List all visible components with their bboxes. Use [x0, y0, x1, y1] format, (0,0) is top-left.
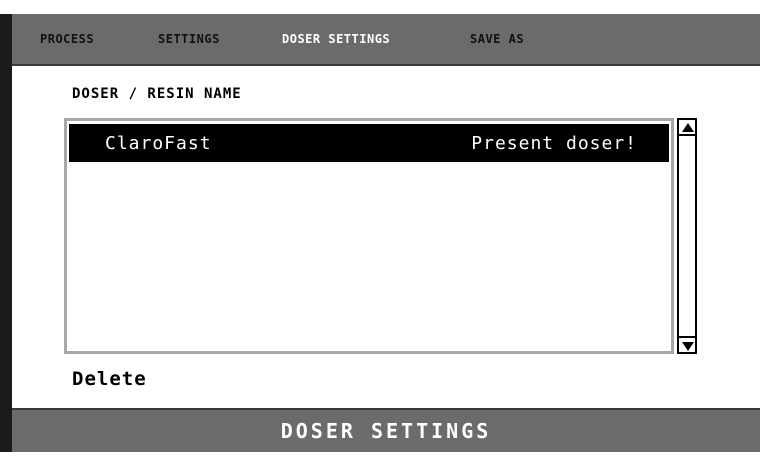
page-title: DOSER SETTINGS [280, 419, 492, 443]
delete-button[interactable]: Delete [72, 368, 147, 390]
section-title: DOSER / RESIN NAME [72, 86, 242, 102]
scroll-up-button[interactable] [679, 120, 695, 136]
hmi-screen: PROCESS SETTINGS DOSER SETTINGS SAVE AS … [0, 0, 760, 458]
list-item[interactable]: ClaroFast Present doser! [69, 124, 669, 162]
screen-bottom-margin [0, 452, 760, 458]
doser-status: Present doser! [471, 132, 637, 154]
nav-save-as[interactable]: SAVE AS [470, 32, 524, 46]
nav-process[interactable]: PROCESS [40, 32, 94, 46]
screen-bezel [0, 0, 12, 458]
scroll-down-button[interactable] [679, 336, 695, 352]
screen-top-margin [0, 0, 760, 14]
nav-doser-settings[interactable]: DOSER SETTINGS [282, 32, 390, 46]
list-scrollbar[interactable] [677, 118, 697, 354]
top-nav-bar: PROCESS SETTINGS DOSER SETTINGS SAVE AS [12, 14, 760, 66]
bottom-title-bar: DOSER SETTINGS [12, 408, 760, 452]
arrow-up-icon [682, 123, 694, 132]
doser-list[interactable]: ClaroFast Present doser! [64, 118, 674, 354]
arrow-down-icon [682, 342, 694, 351]
nav-settings[interactable]: SETTINGS [158, 32, 220, 46]
doser-name: ClaroFast [105, 132, 212, 154]
